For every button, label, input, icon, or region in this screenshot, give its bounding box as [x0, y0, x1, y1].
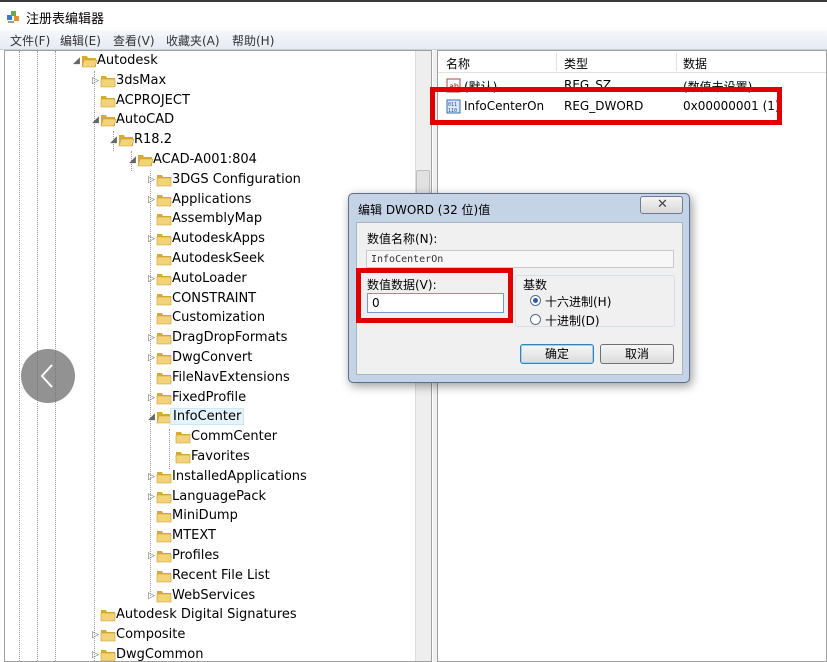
menu-help[interactable]: 帮助(H)	[232, 32, 274, 49]
close-button[interactable]: ✕	[640, 196, 683, 214]
collapse-arrow-icon[interactable]: ◢	[72, 56, 81, 66]
tree-guide-line	[169, 429, 170, 469]
expand-arrow-icon[interactable]: ▷	[147, 234, 156, 244]
tree-node-label: DragDropFormats	[172, 330, 288, 346]
hex-radio-label[interactable]: 十六进制(H)	[545, 293, 611, 310]
column-type[interactable]: 类型	[564, 55, 588, 72]
expand-arrow-icon[interactable]: ▷	[147, 195, 156, 205]
tree-node-label: Applications	[172, 191, 252, 207]
tree-node-label: Profiles	[172, 548, 220, 563]
value-name-label: 数值名称(N):	[367, 232, 438, 246]
decimal-radio[interactable]	[530, 314, 541, 325]
expand-arrow-icon[interactable]: ▷	[147, 393, 156, 403]
tree-node-label: AssemblyMap	[172, 211, 263, 227]
title-bar: 注册表编辑器	[0, 0, 827, 30]
tree-guide-line	[19, 51, 20, 661]
tree-node-label: AutodeskApps	[172, 231, 265, 247]
expand-arrow-icon[interactable]: ▷	[91, 650, 100, 660]
tree-node-label: AutoLoader	[172, 270, 247, 286]
tree-node-label: R18.2	[134, 132, 172, 148]
tree-node-label: FileNavExtensions	[172, 369, 290, 385]
menu-edit[interactable]: 编辑(E)	[60, 32, 101, 49]
tree-node-label: FixedProfile	[172, 389, 247, 405]
tree-node-label: MTEXT	[172, 528, 216, 544]
menu-view[interactable]: 查看(V)	[113, 32, 155, 49]
expand-arrow-icon[interactable]: ▷	[147, 353, 156, 363]
expand-arrow-icon[interactable]: ▷	[147, 333, 156, 343]
highlight-box	[356, 268, 513, 323]
chevron-left-icon	[40, 364, 53, 388]
tree-node-label: CommCenter	[191, 429, 278, 445]
collapse-arrow-icon[interactable]: ◢	[128, 155, 137, 165]
column-separator[interactable]	[556, 53, 557, 71]
tree-node-label: MiniDump	[172, 508, 238, 524]
tree-node-label: ACAD-A001:804	[153, 152, 257, 167]
previous-image-button[interactable]	[21, 349, 75, 403]
tree-node-label: DwgConvert	[172, 350, 253, 365]
decimal-radio-label[interactable]: 十进制(D)	[545, 312, 600, 329]
menu-file[interactable]: 文件(F)	[10, 32, 50, 49]
window-title: 注册表编辑器	[26, 12, 105, 27]
expand-arrow-icon[interactable]: ▷	[91, 76, 100, 86]
tree-node-label: InfoCenter	[170, 408, 245, 426]
column-data[interactable]: 数据	[683, 55, 707, 72]
tree-node-label: 3DGS Configuration	[172, 171, 301, 187]
registry-editor-icon	[7, 11, 19, 23]
menu-bar: 文件(F) 编辑(E) 查看(V) 收藏夹(A) 帮助(H)	[0, 30, 827, 50]
value-name-field: InfoCenterOn	[366, 250, 674, 268]
tree-node-label: Autodesk Digital Signatures	[116, 607, 297, 623]
hex-radio[interactable]	[530, 295, 541, 306]
tree-node-label: Recent File List	[172, 567, 270, 583]
collapse-arrow-icon[interactable]: ◢	[91, 115, 100, 125]
expand-arrow-icon[interactable]: ▷	[147, 591, 156, 601]
ok-button[interactable]: 确定	[520, 344, 594, 364]
menu-favorites[interactable]: 收藏夹(A)	[166, 32, 220, 49]
expand-arrow-icon[interactable]: ▷	[147, 274, 156, 284]
dialog-title: 编辑 DWORD (32 位)值	[358, 203, 491, 217]
tree-node-label: 3dsMax	[116, 72, 167, 88]
tree-guide-line	[94, 71, 95, 661]
tree-node-label: Customization	[172, 310, 266, 326]
column-name[interactable]: 名称	[446, 55, 470, 72]
column-separator[interactable]	[676, 53, 677, 71]
collapse-arrow-icon[interactable]: ◢	[109, 135, 118, 145]
list-header: 名称 类型 数据	[438, 51, 826, 73]
expand-arrow-icon[interactable]: ▷	[91, 630, 100, 640]
collapse-arrow-icon[interactable]: ◢	[147, 412, 156, 422]
highlight-box	[430, 87, 782, 125]
tree-node-label: DwgCommon	[116, 647, 204, 662]
expand-arrow-icon[interactable]: ▷	[147, 551, 156, 561]
expand-arrow-icon[interactable]: ▷	[147, 175, 156, 185]
tree-node-label: WebServices	[172, 587, 256, 603]
tree-node-label: Favorites	[191, 449, 250, 464]
tree-node-label: CONSTRAINT	[172, 290, 257, 306]
tree-node-label: AutoCAD	[116, 112, 175, 128]
tree-node-label: InstalledApplications	[172, 468, 307, 484]
tree-node-label: Autodesk	[97, 53, 158, 68]
tree-node-label: AutodeskSeek	[172, 251, 265, 266]
tree-node-label: Composite	[116, 627, 186, 643]
tree-node-label: LanguagePack	[172, 488, 267, 504]
cancel-button[interactable]: 取消	[600, 344, 674, 364]
expand-arrow-icon[interactable]: ▷	[147, 472, 156, 482]
close-icon: ✕	[657, 197, 668, 212]
expand-arrow-icon[interactable]: ▷	[147, 492, 156, 502]
tree-node-label: ACPROJECT	[116, 92, 190, 108]
